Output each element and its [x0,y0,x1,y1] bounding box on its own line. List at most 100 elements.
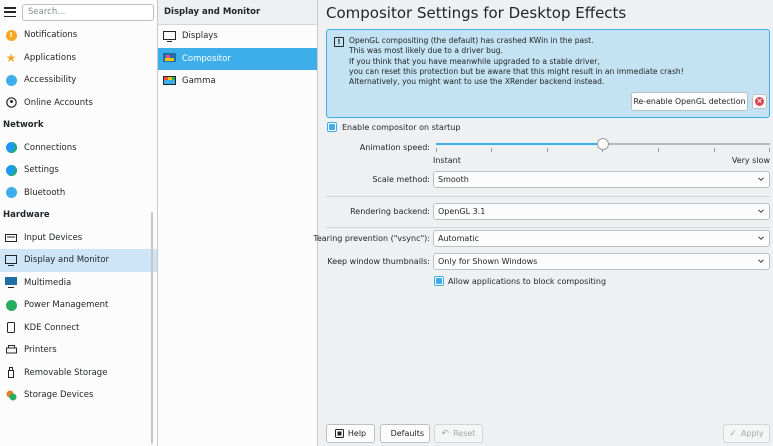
sidebar-item-input-devices[interactable]: Input Devices [0,227,157,250]
sidebar-item-label: Bluetooth [24,187,66,198]
subcategory-item-label: Gamma [182,76,216,87]
animation-speed-slider[interactable] [603,143,770,145]
rendering-backend-combobox[interactable]: OpenGL 3.1 [433,203,770,220]
help-button[interactable]: Help [326,424,375,443]
sidebar-item-removable-storage[interactable]: Removable Storage [0,362,157,385]
sidebar-item-notifications[interactable]: ! Notifications [0,24,157,47]
close-message-button[interactable]: × [752,94,767,109]
sidebar-item-label: Online Accounts [24,97,93,108]
sidebar-item-multimedia[interactable]: Multimedia [0,272,157,295]
sidebar-item-printers[interactable]: Printers [0,339,157,362]
subcategory-list: Displays Compositor Gamma [158,25,317,93]
power-icon [5,299,17,311]
accessibility-icon [5,74,17,86]
scale-method-label: Scale method: [372,175,430,184]
sidebar-list: ! Notifications ★ Applications Accessibility… [0,24,157,407]
scale-method-value: Smooth [438,175,469,184]
scale-method-combobox[interactable]: Smooth [433,171,770,188]
storage-devices-icon [5,389,17,401]
subcategory-panel: Display and Monitor Displays Compositor Ga… [158,0,318,446]
sidebar-item-label: Accessibility [24,75,77,86]
gamma-icon [163,75,176,87]
chevron-down-icon [758,236,764,240]
slider-max-label: Very slow [731,156,770,165]
message-line: If you think that you have meanwhile upg… [349,56,600,66]
sidebar-item-label: Removable Storage [24,367,108,378]
online-accounts-icon [5,97,17,109]
bluetooth-icon [5,187,17,199]
apply-label: Apply [740,429,764,438]
sidebar-category-hardware: Hardware [3,210,50,221]
window-thumbnails-combobox[interactable]: Only for Shown Windows [433,253,770,270]
rendering-backend-value: OpenGL 3.1 [438,207,486,216]
sidebar-item-storage-devices[interactable]: Storage Devices [0,384,157,407]
sidebar-item-connections[interactable]: Connections [0,137,157,160]
animation-speed-label: Animation speed: [359,143,430,152]
defaults-button[interactable]: Defaults [380,424,430,443]
notifications-icon: ! [5,29,17,41]
sidebar-item-bluetooth[interactable]: Bluetooth [0,182,157,205]
sidebar-item-label: Settings [24,165,59,176]
subcategory-item-compositor[interactable]: Compositor [158,47,317,70]
sidebar-item-label: Storage Devices [24,390,94,401]
allow-block-checkbox[interactable] [434,276,444,286]
sidebar-item-label: Notifications [24,30,78,41]
slider-tick [714,148,715,152]
enable-startup-row: Enable compositor on startup [327,122,460,132]
slider-min-label: Instant [433,156,461,165]
tearing-prevention-combobox[interactable]: Automatic [433,230,770,247]
sidebar-item-label: Printers [24,345,57,356]
slider-track-filled [436,143,603,145]
sidebar-header [0,0,157,24]
sidebar-category-network: Network [3,120,44,131]
warning-message-box: ! OpenGL compositing (the default) has c… [326,29,770,118]
subcategory-item-label: Displays [182,31,218,42]
hamburger-menu-icon[interactable] [4,7,16,17]
help-label: Help [347,429,367,438]
search-input[interactable] [22,3,154,21]
sidebar-scrollbar[interactable] [151,212,153,444]
apply-button[interactable]: ✓ Apply [723,424,770,443]
printer-icon [5,344,17,356]
sidebar-item-label: Input Devices [24,232,83,243]
keyboard-icon [5,232,17,244]
separator [326,196,770,197]
sidebar-item-settings[interactable]: Settings [0,159,157,182]
monitor-icon [5,254,17,266]
sidebar-item-display-and-monitor[interactable]: Display and Monitor [0,249,157,272]
page-title: Compositor Settings for Desktop Effects [326,4,627,22]
rendering-backend-label: Rendering backend: [350,207,430,216]
message-line: Alternatively, you might want to use the… [349,77,605,87]
defaults-icon [386,433,387,434]
multimedia-icon [5,277,17,289]
tearing-prevention-value: Automatic [438,234,480,243]
subcategory-item-gamma[interactable]: Gamma [158,70,317,93]
sidebar: ! Notifications ★ Applications Accessibility… [0,0,158,446]
enable-startup-checkbox[interactable] [327,122,337,132]
help-icon [334,429,344,438]
chevron-down-icon [758,209,764,213]
sidebar-item-power-management[interactable]: Power Management [0,294,157,317]
separator [326,227,770,228]
sidebar-item-kde-connect[interactable]: KDE Connect [0,317,157,340]
connections-globe-icon [5,142,17,154]
reenable-opengl-button[interactable]: Re-enable OpenGL detection [631,92,748,111]
applications-star-icon: ★ [5,50,17,65]
info-icon: ! [334,37,344,47]
sidebar-item-online-accounts[interactable]: Online Accounts [0,92,157,115]
slider-tick [491,148,492,152]
sidebar-item-label: KDE Connect [24,322,80,333]
subcategory-item-displays[interactable]: Displays [158,25,317,48]
slider-tick [769,148,770,152]
sidebar-item-applications[interactable]: ★ Applications [0,47,157,70]
reset-icon: ↶ [441,428,450,439]
reset-button[interactable]: ↶ Reset [434,424,483,443]
warning-message-text: OpenGL compositing (the default) has cra… [349,36,684,87]
displays-icon [163,30,176,42]
enable-startup-label: Enable compositor on startup [342,122,461,132]
window-thumbnails-label: Keep window thumbnails: [327,257,430,266]
slider-handle[interactable] [597,138,609,150]
window-thumbnails-value: Only for Shown Windows [438,257,538,266]
chevron-down-icon [758,259,764,263]
sidebar-item-accessibility[interactable]: Accessibility [0,69,157,92]
